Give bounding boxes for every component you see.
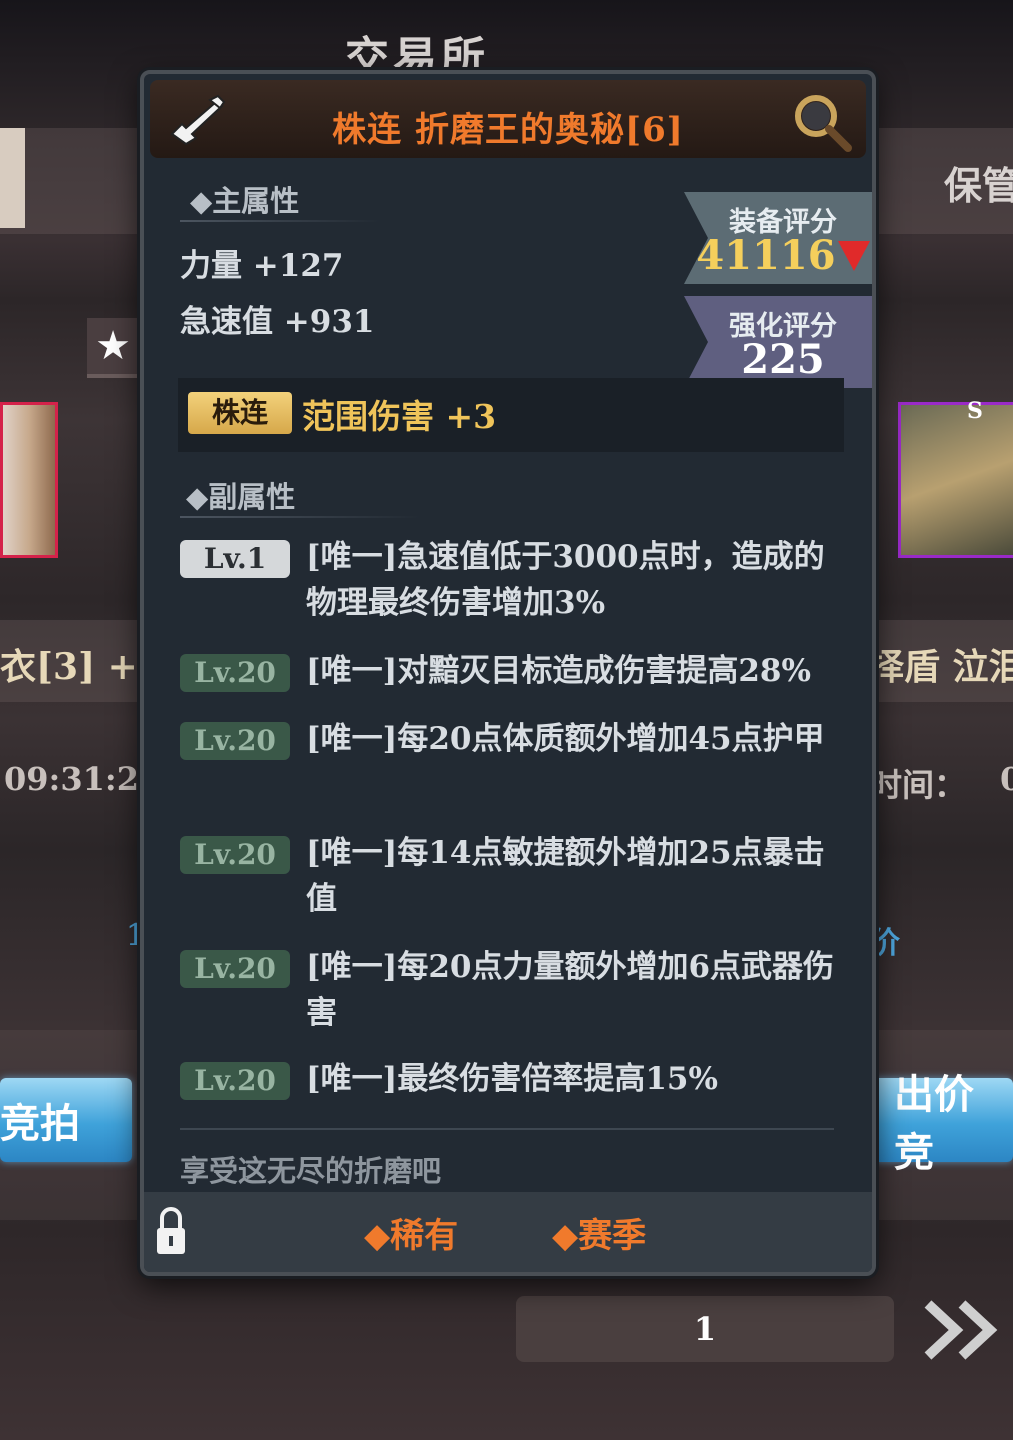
left-item-name: 衣[3] +6 [0,646,163,688]
offer-bid-button-label: 出价竞 [894,1071,974,1176]
left-item-thumbnail [0,128,25,228]
offer-bid-button[interactable]: 出价竞 [872,1071,1013,1176]
tooltip-footer: ◆稀有 ◆赛季 [144,1192,872,1272]
gear-score-badge: 装备评分 41116 [684,192,872,284]
section-divider [180,516,420,518]
main-stat-strength: 力量 +127 [180,248,344,284]
rarity-tag: ◆稀有 [364,1216,459,1256]
season-tag: ◆赛季 [552,1216,647,1256]
chain-badge: 株连 [188,392,292,434]
sub-stat-level-badge: Lv.20 [180,950,290,988]
sub-stat-text: [唯一]每20点体质额外增加45点护甲 [306,721,825,757]
sub-stat-level-badge: Lv.20 [180,1062,290,1100]
sub-stat-text: [唯一]每14点敏捷额外增加25点暴击值 [306,835,825,917]
gear-score-value: 41116 [696,232,836,279]
gear-score-value-row: 41116 [684,232,872,279]
chain-effect-text: 范围伤害 +3 [302,397,497,436]
sub-stat-level-badge: Lv.1 [180,540,290,578]
tooltip-header: 株连 折磨王的奥秘[6] [150,80,866,158]
score-down-icon [837,241,870,271]
enhance-score-badge: 强化评分 225 [684,296,872,388]
sub-stat-text: [唯一]急速值低于3000点时，造成的物理最终伤害增加3% [306,539,825,621]
flavor-text: 享受这无尽的折磨吧 [180,1154,442,1188]
page-number-field[interactable]: 1 [516,1296,894,1362]
sub-attributes-heading: ◆副属性 [186,480,296,514]
flavor-divider [180,1128,834,1130]
search-icon[interactable] [790,92,854,152]
main-stat-haste: 急速值 +931 [180,304,375,340]
left-remaining-time: 09:31:25 [4,760,162,798]
rank-badge: S [967,398,983,424]
bid-button[interactable]: 竞拍 [0,1078,132,1162]
lock-icon[interactable] [154,1204,188,1256]
item-tooltip: 株连 折磨王的奥秘[6] ◆主属性 力量 +127 急速值 +931 装备评分 … [140,70,876,1276]
right-item-name: 择盾 泣泪 [868,646,1013,688]
sub-stat-level-badge: Lv.20 [180,836,290,874]
favorite-star-icon[interactable]: ★ [87,318,139,378]
main-attributes-heading: ◆主属性 [190,184,300,218]
right-item-card[interactable] [898,402,1013,558]
sub-stat-level-badge: Lv.20 [180,654,290,692]
bid-button-label: 竞拍 [0,1100,80,1147]
right-time-label: 时间： [870,766,967,804]
storage-header[interactable]: 保管 [944,155,1013,210]
next-page-icon[interactable] [920,1296,1006,1364]
enhance-score-value: 225 [741,336,825,383]
sub-stat-text: [唯一]最终伤害倍率提高15% [306,1061,718,1097]
chain-effect-row: 株连 范围伤害 +3 [178,378,844,452]
right-time-value: 0 [1000,760,1013,798]
sub-stat-text: [唯一]对黯灭目标造成伤害提高28% [306,653,811,689]
exchange-title: 交易所 [345,33,489,70]
item-title: 株连 折磨王的奥秘[6] [332,110,684,150]
left-item-card[interactable] [0,402,58,558]
sub-stat-text: [唯一]每20点力量额外增加6点武器伤害 [306,949,835,1031]
section-divider [180,220,380,222]
sub-stat-level-badge: Lv.20 [180,722,290,760]
page-number: 1 [693,1310,717,1348]
